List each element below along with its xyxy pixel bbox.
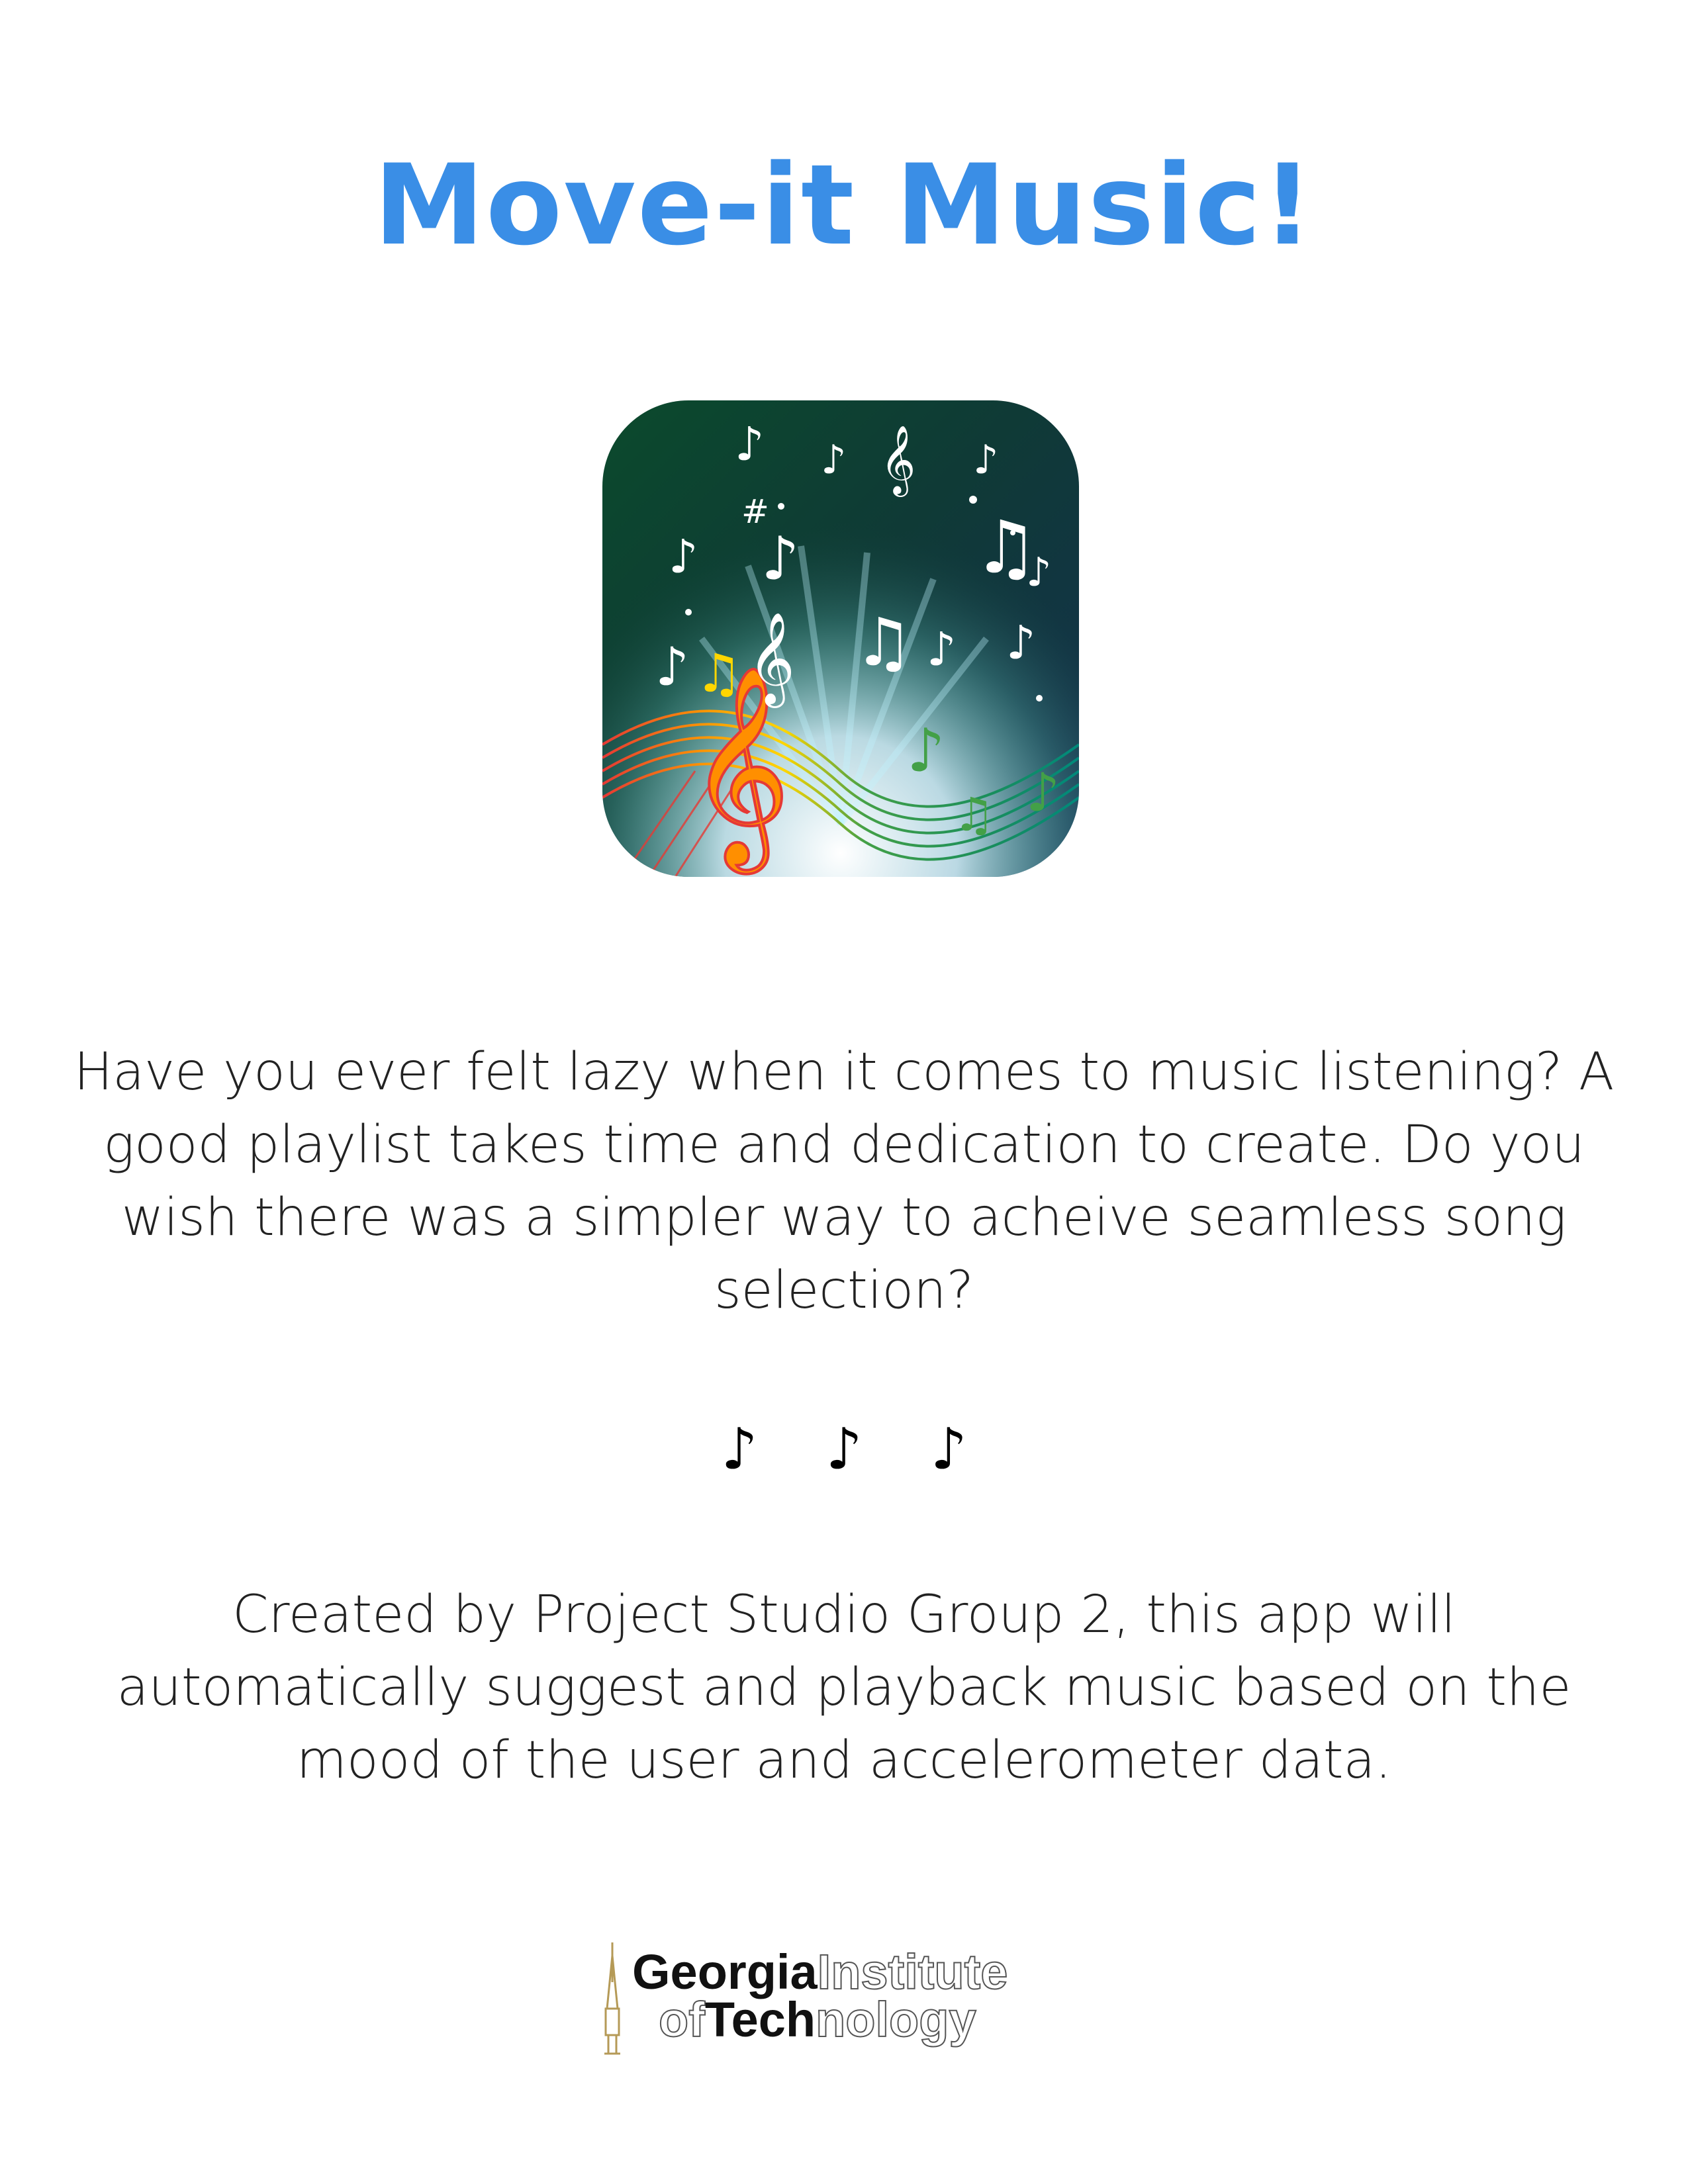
svg-text:♪: ♪ xyxy=(1026,762,1060,823)
music-notes-divider: ♪ ♪ ♪ xyxy=(0,1413,1688,1486)
svg-text:𝄞: 𝄞 xyxy=(880,425,915,497)
svg-text:♫: ♫ xyxy=(854,604,914,681)
svg-text:𝄞: 𝄞 xyxy=(748,612,795,708)
georgia-tech-logo: GeorgiaInstitute ofTechnology xyxy=(599,1942,1142,2055)
logo-word-of: of xyxy=(658,1992,706,2047)
tech-tower-spire-icon xyxy=(604,1942,620,2055)
svg-text:♪: ♪ xyxy=(655,636,689,698)
svg-text:♪: ♪ xyxy=(669,529,698,584)
svg-text:♪: ♪ xyxy=(973,437,998,483)
logo-word-tech: Tech xyxy=(704,1992,816,2047)
svg-text:♪: ♪ xyxy=(761,524,799,594)
page-title: Move-it Music! xyxy=(373,140,1315,270)
credit-paragraph: Created by Project Studio Group 2, this … xyxy=(117,1585,1571,1790)
flyer-page: Move-it Music! 𝄞 ♪ ♪ 𝄞 ♪ # ♪ ♪ ♫ ♪ 𝄞 ♪ ♫… xyxy=(0,0,1688,2184)
svg-text:♪: ♪ xyxy=(735,417,765,471)
logo-word-georgia: Georgia xyxy=(632,1944,818,1999)
svg-text:♪: ♪ xyxy=(1026,549,1051,596)
eighth-note-icon: ♪ xyxy=(721,1416,758,1482)
intro-paragraph: Have you ever felt lazy when it comes to… xyxy=(73,1042,1615,1320)
logo-line-2: ofTechnology xyxy=(658,1992,977,2047)
logo-line-1: GeorgiaInstitute xyxy=(632,1947,1008,1997)
svg-text:♪: ♪ xyxy=(1006,615,1036,670)
eighth-note-icon: ♪ xyxy=(930,1416,967,1482)
logo-word-nology: nology xyxy=(815,1992,977,2047)
svg-text:♪: ♪ xyxy=(927,622,957,676)
svg-text:♪: ♪ xyxy=(907,716,945,786)
logo-word-institute: Institute xyxy=(817,1944,1009,1999)
svg-text:♫: ♫ xyxy=(695,643,743,704)
eighth-note-icon: ♪ xyxy=(825,1416,863,1482)
svg-text:♫: ♫ xyxy=(953,788,995,842)
music-notes-app-icon: 𝄞 ♪ ♪ 𝄞 ♪ # ♪ ♪ ♫ ♪ 𝄞 ♪ ♫ ♪ ♪ ♫ ♪ ♫ ♪ xyxy=(602,400,1079,877)
svg-text:♪: ♪ xyxy=(821,437,846,483)
